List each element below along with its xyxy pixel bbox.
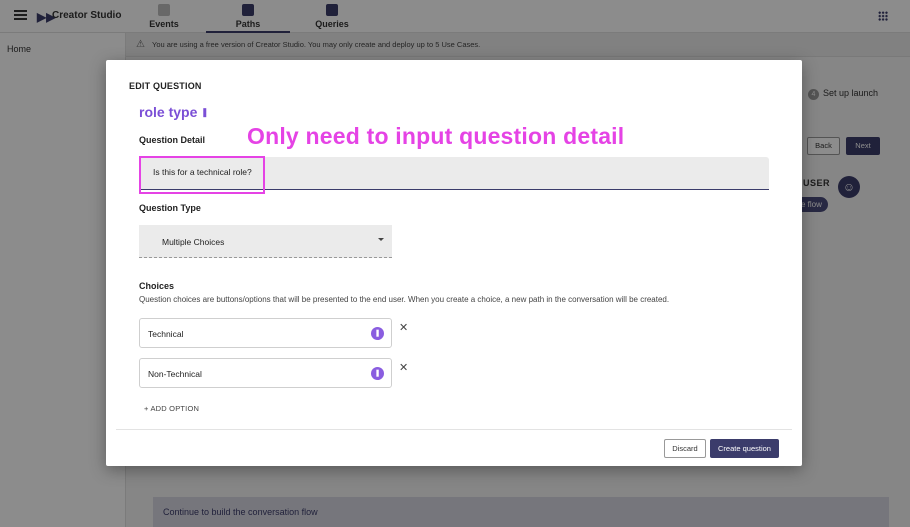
question-type-select[interactable]: Multiple Choices: [139, 225, 392, 258]
annotation-text: Only need to input question detail: [247, 123, 625, 149]
question-type-icon: ❚: [201, 107, 209, 117]
caret-down-icon: [378, 238, 384, 241]
choice-label: Non-Technical: [148, 369, 202, 379]
annotation-highlight-box: [139, 156, 265, 194]
divider: [116, 429, 792, 430]
question-detail-label: Question Detail: [139, 135, 206, 145]
question-type-value: Multiple Choices: [162, 237, 225, 247]
create-question-button[interactable]: Create question: [710, 439, 779, 458]
choices-description: Question choices are buttons/options tha…: [139, 295, 670, 304]
choice-label: Technical: [148, 329, 184, 339]
modal-title: EDIT QUESTION: [129, 81, 202, 91]
edit-question-modal: EDIT QUESTION role type ❚ Question Detai…: [106, 60, 802, 466]
discard-button[interactable]: Discard: [664, 439, 706, 458]
remove-choice-close-icon[interactable]: ✕: [399, 361, 408, 374]
choice-path-icon[interactable]: ❚: [371, 367, 384, 380]
choice-field[interactable]: Technical ❚: [139, 318, 392, 348]
choice-field[interactable]: Non-Technical ❚: [139, 358, 392, 388]
remove-choice-close-icon[interactable]: ✕: [399, 321, 408, 334]
choice-path-icon[interactable]: ❚: [371, 327, 384, 340]
add-option-button[interactable]: + ADD OPTION: [144, 404, 199, 413]
question-type-label: Question Type: [139, 203, 201, 213]
choices-label: Choices: [139, 281, 175, 291]
question-name: role type: [139, 104, 198, 120]
